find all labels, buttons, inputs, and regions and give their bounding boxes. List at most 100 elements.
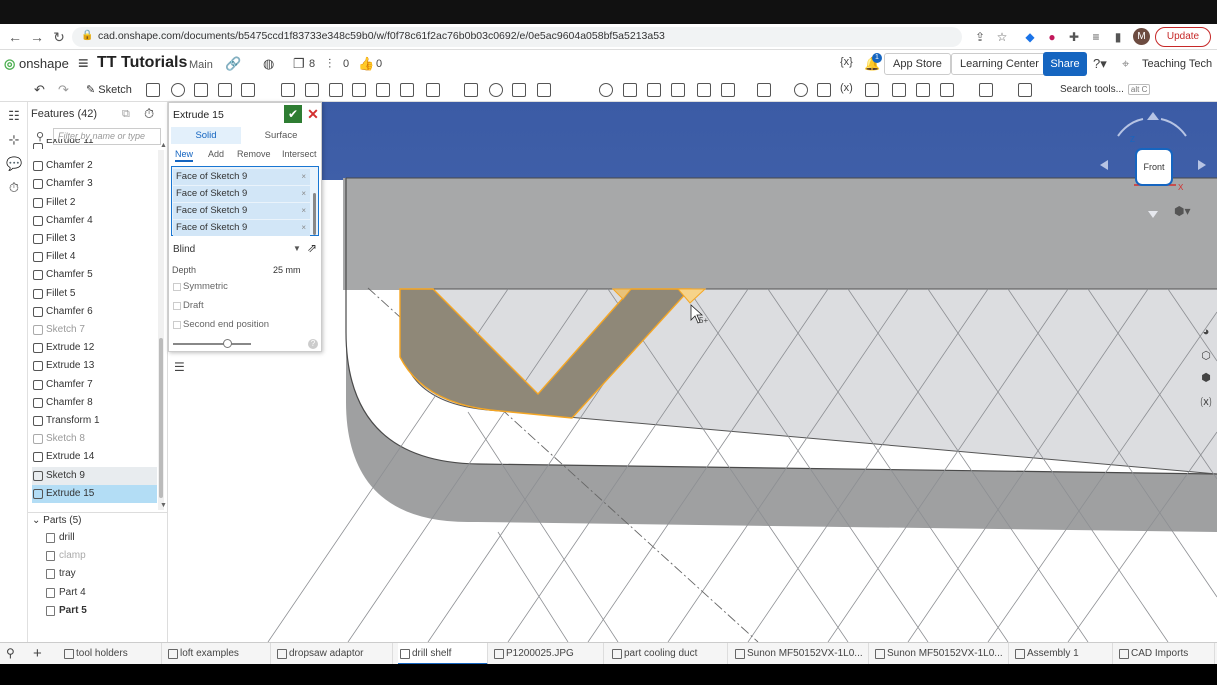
tab-surface[interactable]: Surface <box>245 127 317 144</box>
feature-item[interactable]: Chamfer 7 <box>32 376 157 394</box>
feature-item[interactable]: Chamfer 4 <box>32 212 157 230</box>
scroll-down-icon[interactable]: ▼ <box>160 502 167 509</box>
collapse-icon[interactable]: ⧉ <box>122 108 130 121</box>
plane-tool-icon[interactable] <box>599 83 613 97</box>
feature-item[interactable]: Chamfer 5 <box>32 266 157 284</box>
history-icon[interactable]: ⏱ <box>6 180 22 196</box>
loft-tool-icon[interactable] <box>218 83 232 97</box>
feature-list-icon[interactable]: ☷ <box>6 108 22 124</box>
end-type-select[interactable]: Blind <box>173 244 195 255</box>
tab-manager-icon[interactable]: ⚲ <box>6 646 15 660</box>
document-tab[interactable]: Sunon MF50152VX-1L0... <box>873 643 1009 665</box>
bookmark-star-icon[interactable]: ☆ <box>994 29 1010 45</box>
depth-input[interactable]: 25 mm <box>273 265 301 275</box>
revolve-tool-icon[interactable] <box>171 83 185 97</box>
versions-icon[interactable]: ❐ <box>293 56 305 72</box>
extension-icon[interactable]: ◆ <box>1022 29 1038 45</box>
feature-item[interactable]: Extrude 14 <box>32 448 157 466</box>
formula-icon[interactable]: {x} <box>840 56 853 68</box>
second-end-checkbox[interactable]: Second end position <box>172 317 320 333</box>
feature-item[interactable]: Extrude 12 <box>32 339 157 357</box>
add-tab-icon[interactable]: + <box>33 645 42 662</box>
feature-item[interactable]: Sketch 7 <box>32 321 157 339</box>
scrollbar-thumb[interactable] <box>159 338 163 498</box>
url-field[interactable]: 🔒 cad.onshape.com/documents/b5475ccd1f83… <box>72 27 962 47</box>
fit-spline-icon[interactable] <box>671 83 685 97</box>
part-item[interactable]: clamp <box>46 547 156 565</box>
wrap-tool-icon[interactable] <box>892 83 906 97</box>
faces-selection-box[interactable]: Face of Sketch 9 × Face of Sketch 9 × Face o… <box>171 166 319 236</box>
selection-item[interactable]: Face of Sketch 9 × <box>173 186 310 202</box>
user-menu[interactable]: Teaching Tech <box>1142 58 1212 70</box>
reload-icon[interactable]: ↻ <box>50 28 68 46</box>
thicken-tool-icon[interactable] <box>241 83 255 97</box>
view-options-icon[interactable]: ⬢▾ <box>1174 204 1191 218</box>
derived-tool-icon[interactable] <box>979 83 993 97</box>
frame-tool-icon[interactable] <box>721 83 735 97</box>
display-state-icon[interactable]: ⬡ <box>1198 349 1214 365</box>
boolean-tool-icon[interactable] <box>489 83 503 97</box>
op-add[interactable]: Add <box>208 147 224 162</box>
feature-item[interactable]: Chamfer 3 <box>32 175 157 193</box>
helix-tool-icon[interactable] <box>647 83 661 97</box>
help-icon[interactable]: ? <box>308 339 318 349</box>
sheet-metal-icon[interactable] <box>697 83 711 97</box>
comment-icon[interactable]: 💬 <box>6 156 22 172</box>
symmetric-checkbox[interactable]: Symmetric <box>172 279 320 295</box>
document-tab[interactable]: drill shelf <box>398 643 488 665</box>
feature-item[interactable]: Fillet 2 <box>32 194 157 212</box>
custom-feature-icon[interactable] <box>1018 83 1032 97</box>
measure-tool-icon[interactable] <box>794 83 808 97</box>
add-icon[interactable]: ⊹ <box>6 132 22 148</box>
feature-item[interactable]: Fillet 4 <box>32 248 157 266</box>
search-tools-input[interactable]: Search tools... alt C <box>1060 81 1152 99</box>
accept-check-icon[interactable]: ✔ <box>284 105 302 123</box>
timer-icon[interactable]: ⏱ <box>144 106 154 122</box>
preview-slider-knob[interactable] <box>223 339 232 348</box>
feature-item[interactable]: Chamfer 2 <box>32 157 157 175</box>
variable-icon[interactable]: (x) <box>840 82 853 94</box>
extrude-tool-icon[interactable] <box>146 83 160 97</box>
document-tab[interactable]: Assembly 1 <box>1013 643 1113 665</box>
chamfer-tool-icon[interactable] <box>305 83 319 97</box>
pattern-tool-icon[interactable] <box>426 83 440 97</box>
document-tab[interactable]: tool holders <box>62 643 162 665</box>
remove-selection-icon[interactable]: × <box>301 220 306 236</box>
scroll-up-icon[interactable]: ▲ <box>160 142 167 149</box>
workspace-label[interactable]: Main <box>189 59 213 71</box>
op-remove[interactable]: Remove <box>237 147 271 162</box>
feature-item[interactable]: Extrude 15 <box>32 484 157 503</box>
remove-selection-icon[interactable]: × <box>301 186 306 202</box>
globe-icon[interactable]: ◍ <box>263 56 274 72</box>
link-icon[interactable]: 🔗 <box>225 56 241 72</box>
feature-item[interactable]: Chamfer 8 <box>32 394 157 412</box>
side-panel-icon[interactable]: ▮ <box>1110 29 1126 45</box>
draft-tool-icon[interactable] <box>329 83 343 97</box>
replicate-tool-icon[interactable] <box>865 83 879 97</box>
feature-item[interactable]: Sketch 9 <box>32 466 157 485</box>
hole-tool-icon[interactable] <box>400 83 414 97</box>
shell-tool-icon[interactable] <box>376 83 390 97</box>
document-tab[interactable]: part cooling duct <box>610 643 728 665</box>
flip-direction-icon[interactable]: ⇗ <box>307 241 317 255</box>
parts-header[interactable]: ⌄ Parts (5) <box>32 515 82 526</box>
draft-checkbox[interactable]: Draft <box>172 298 320 314</box>
close-icon[interactable]: ✕ <box>305 105 321 123</box>
feature-item[interactable]: Fillet 5 <box>32 285 157 303</box>
feature-item[interactable]: Sketch 8 <box>32 430 157 448</box>
document-tab[interactable]: CAD Imports <box>1117 643 1215 665</box>
document-tab[interactable]: P1200025.JPG <box>492 643 604 665</box>
composite-part-icon[interactable] <box>940 83 954 97</box>
graphics-viewport[interactable]: 5+ X Z <box>168 102 1217 642</box>
part-item[interactable]: drill <box>46 529 156 547</box>
view-cube-front[interactable]: Front <box>1135 148 1173 186</box>
offset-surface-icon[interactable] <box>916 83 930 97</box>
help-icon[interactable]: ?▾ <box>1093 56 1107 72</box>
feature-item[interactable]: Fillet 3 <box>32 230 157 248</box>
tab-solid[interactable]: Solid <box>171 127 241 144</box>
part-item[interactable]: tray <box>46 565 156 583</box>
onshape-logo[interactable]: ◎ onshape <box>4 56 69 72</box>
mate-connector-icon[interactable] <box>623 83 637 97</box>
selection-item[interactable]: Face of Sketch 9 × <box>173 169 310 185</box>
preview-slider-track[interactable] <box>173 343 251 345</box>
